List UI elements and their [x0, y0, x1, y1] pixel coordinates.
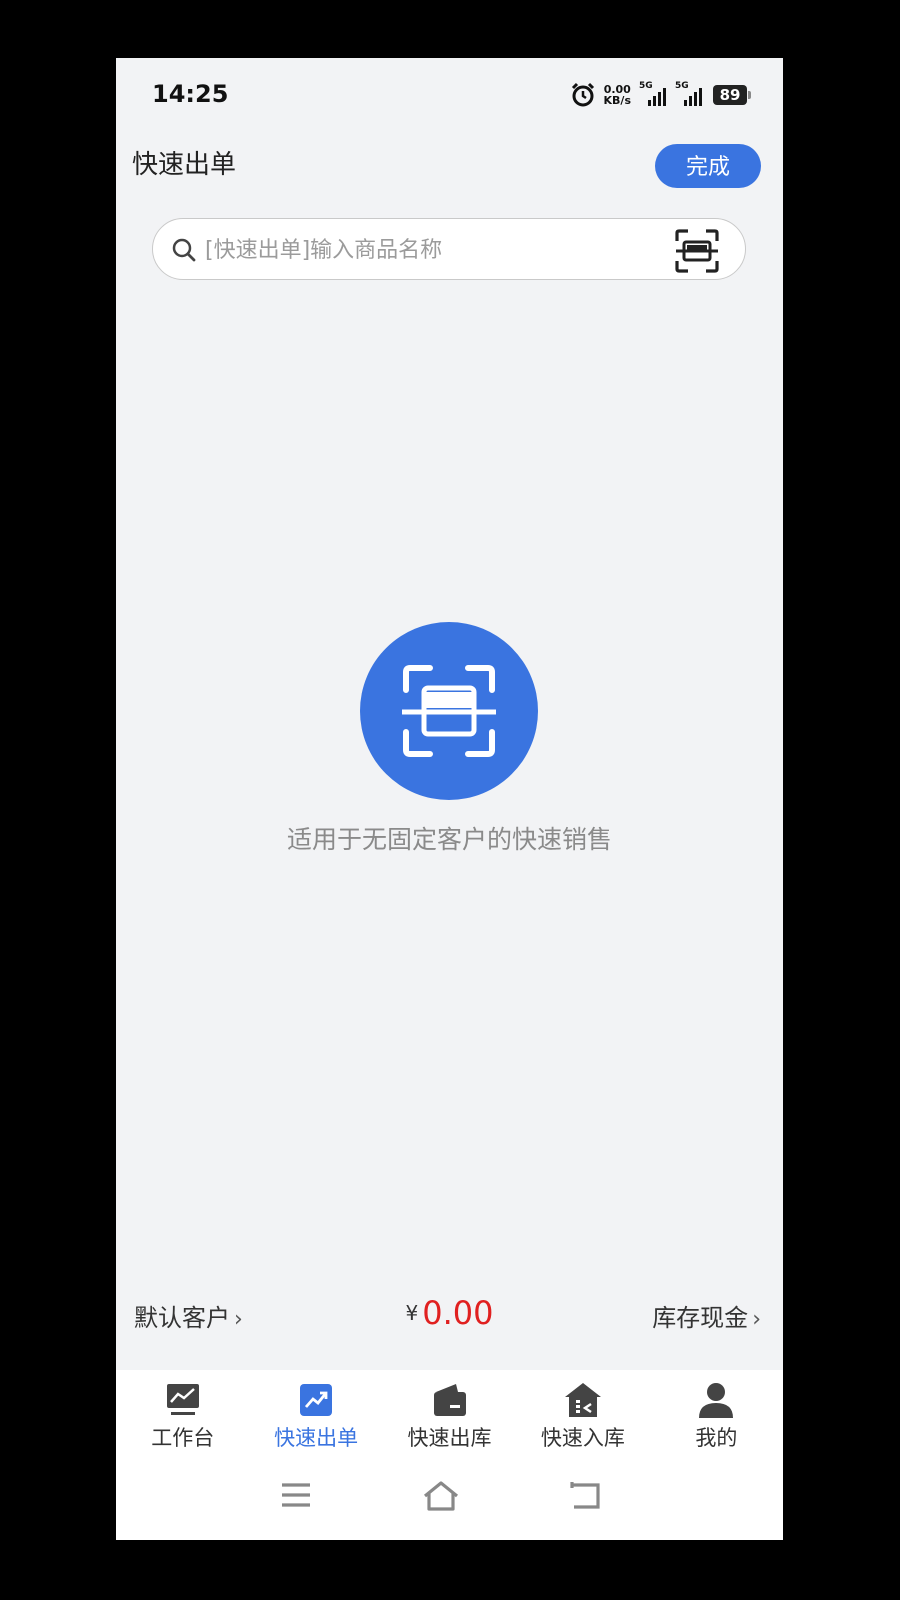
signal-1: 5G	[639, 81, 667, 106]
search-icon	[172, 238, 196, 262]
order-summary: ¥0.00 默认客户 › 库存现金 ›	[116, 1294, 783, 1344]
payment-account-selector[interactable]: 库存现金 ›	[652, 1298, 761, 1333]
customer-label: 默认客户	[134, 1304, 230, 1332]
nav-item-quick-inbound[interactable]: 快速入库	[516, 1370, 649, 1456]
nav-label: 我的	[695, 1426, 738, 1450]
status-time: 14:25	[152, 80, 229, 108]
net-speed-unit: KB/s	[603, 94, 631, 107]
signal-2: 5G	[675, 81, 705, 106]
user-icon	[699, 1383, 734, 1418]
bottom-nav: 工作台 快速出单 快速出库 快速入库 我的	[116, 1370, 783, 1456]
app-screen: 14:25 0.00 KB/s 5G 5G 89 快速出单 完成 [快速出单]输…	[116, 58, 783, 1540]
nav-label: 快速出库	[407, 1426, 492, 1450]
system-nav-bar	[116, 1456, 783, 1540]
scan-icon	[402, 665, 496, 757]
signal-2-label: 5G	[675, 81, 689, 91]
nav-item-quick-outbound[interactable]: 快速出库	[383, 1370, 516, 1456]
nav-label: 快速入库	[540, 1426, 625, 1450]
total-value: 0.00	[422, 1294, 494, 1332]
signal-1-label: 5G	[639, 81, 653, 91]
back-icon[interactable]	[568, 1480, 602, 1510]
empty-hint: 适用于无固定客户的快速销售	[286, 825, 612, 854]
nav-item-workbench[interactable]: 工作台	[116, 1370, 249, 1456]
alarm-icon	[571, 82, 594, 107]
nav-label: 快速出单	[274, 1426, 359, 1450]
search-box[interactable]	[152, 218, 746, 280]
done-button[interactable]: 完成	[655, 144, 761, 188]
warehouse-in-icon	[564, 1383, 601, 1417]
chevron-right-icon: ›	[752, 1307, 761, 1332]
status-bar: 14:25 0.00 KB/s 5G 5G 89	[116, 58, 783, 130]
nav-item-quick-order[interactable]: 快速出单	[249, 1370, 382, 1456]
net-speed: 0.00 KB/s	[604, 84, 631, 106]
scan-button[interactable]	[360, 622, 538, 800]
battery-icon: 89	[713, 85, 751, 105]
currency-symbol: ¥	[405, 1301, 419, 1325]
chevron-right-icon: ›	[234, 1307, 243, 1332]
chart-monitor-icon	[166, 1384, 199, 1415]
status-icons: 0.00 KB/s 5G 5G 89	[570, 80, 751, 110]
nav-label: 工作台	[151, 1426, 215, 1450]
wallet-out-icon	[433, 1384, 466, 1416]
nav-item-mine[interactable]: 我的	[650, 1370, 783, 1456]
payment-label: 库存现金	[652, 1304, 749, 1332]
menu-icon[interactable]	[280, 1480, 312, 1510]
trend-up-icon	[300, 1384, 333, 1416]
customer-selector[interactable]: 默认客户 ›	[134, 1298, 243, 1333]
home-icon[interactable]	[422, 1480, 460, 1512]
search-input[interactable]	[203, 227, 647, 273]
barcode-scan-icon[interactable]	[675, 229, 719, 273]
page-title: 快速出单	[132, 150, 237, 180]
